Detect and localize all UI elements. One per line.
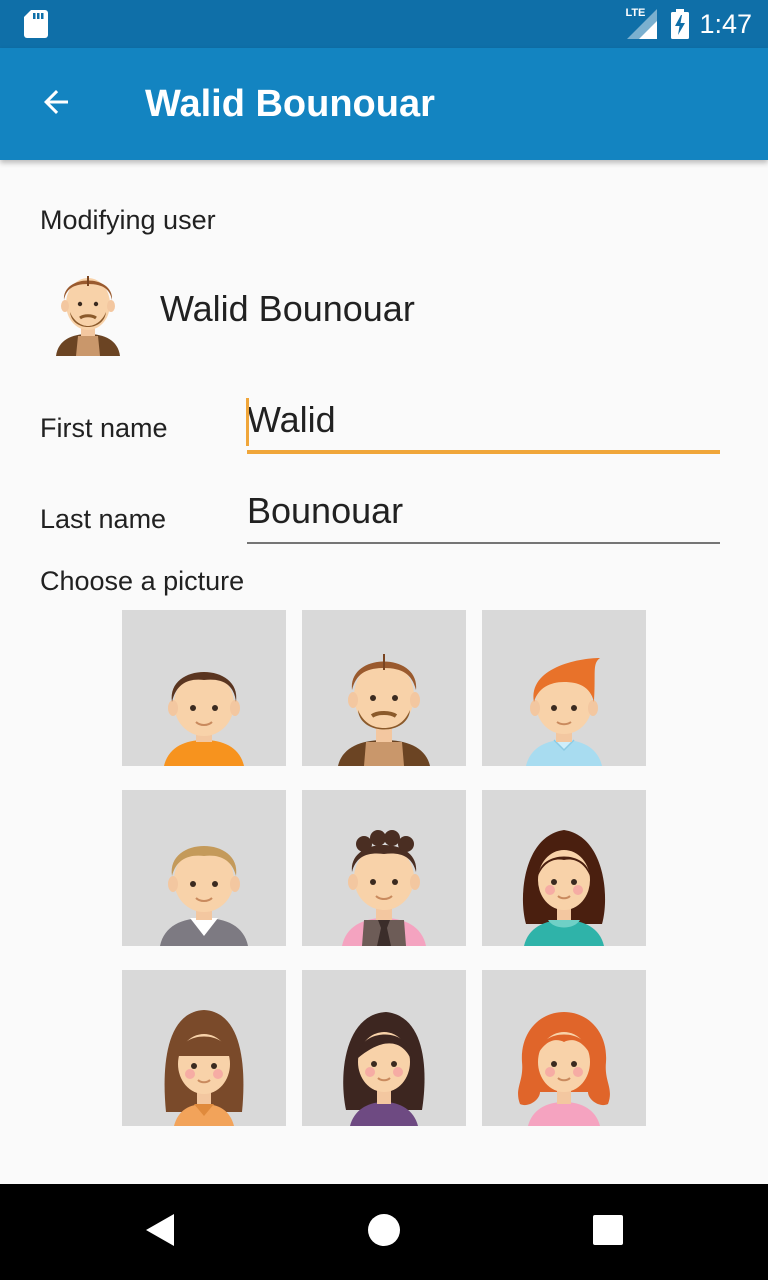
avatar-option-8[interactable] <box>302 970 466 1126</box>
app-bar: Walid Bounouar <box>0 48 768 160</box>
avatar-grid <box>122 610 646 1126</box>
boy-avatar-icon <box>164 672 244 766</box>
redhead-boy-avatar-icon <box>526 658 602 766</box>
user-name: Walid Bounouar <box>160 288 415 329</box>
nav-back-button[interactable] <box>128 1200 192 1264</box>
status-bar: LTE 1:47 <box>0 0 768 48</box>
last-name-label: Last name <box>40 504 167 534</box>
bearded-man-avatar-icon <box>338 654 430 766</box>
nav-home-button[interactable] <box>352 1200 416 1264</box>
nav-home-icon <box>367 1213 401 1252</box>
battery-charging-icon <box>671 9 690 39</box>
redhead-girl-avatar-icon <box>518 1012 610 1126</box>
curly-hair-man-avatar-icon <box>342 830 426 946</box>
dark-hair-girl-avatar-icon <box>522 830 606 946</box>
nav-recents-button[interactable] <box>576 1200 640 1264</box>
blond-man-avatar-icon <box>160 846 248 946</box>
first-name-field[interactable] <box>247 396 720 454</box>
lte-signal-icon: LTE <box>625 7 658 39</box>
avatar-option-3[interactable] <box>482 610 646 766</box>
avatar-option-5[interactable] <box>302 790 466 946</box>
avatar-option-1[interactable] <box>122 610 286 766</box>
navigation-bar <box>0 1184 768 1280</box>
status-time: 1:47 <box>699 8 752 39</box>
avatar-option-2[interactable] <box>302 610 466 766</box>
text-cursor <box>246 398 249 446</box>
arrow-back-icon <box>38 84 74 125</box>
back-button[interactable] <box>24 76 88 132</box>
long-hair-girl-avatar-icon <box>164 1010 244 1126</box>
avatar <box>48 260 128 356</box>
avatar-option-6[interactable] <box>482 790 646 946</box>
choose-picture-label: Choose a picture <box>40 566 245 596</box>
avatar-option-7[interactable] <box>122 970 286 1126</box>
purple-top-girl-avatar-icon <box>343 1012 425 1126</box>
sd-card-icon <box>24 10 48 43</box>
nav-back-icon <box>144 1213 176 1252</box>
modifying-user-label: Modifying user <box>40 205 216 235</box>
page-title: Walid Bounouar <box>145 83 435 125</box>
avatar-option-4[interactable] <box>122 790 286 946</box>
nav-recents-icon <box>592 1214 624 1251</box>
avatar-option-9[interactable] <box>482 970 646 1126</box>
last-name-field[interactable] <box>247 486 720 544</box>
first-name-label: First name <box>40 413 168 443</box>
